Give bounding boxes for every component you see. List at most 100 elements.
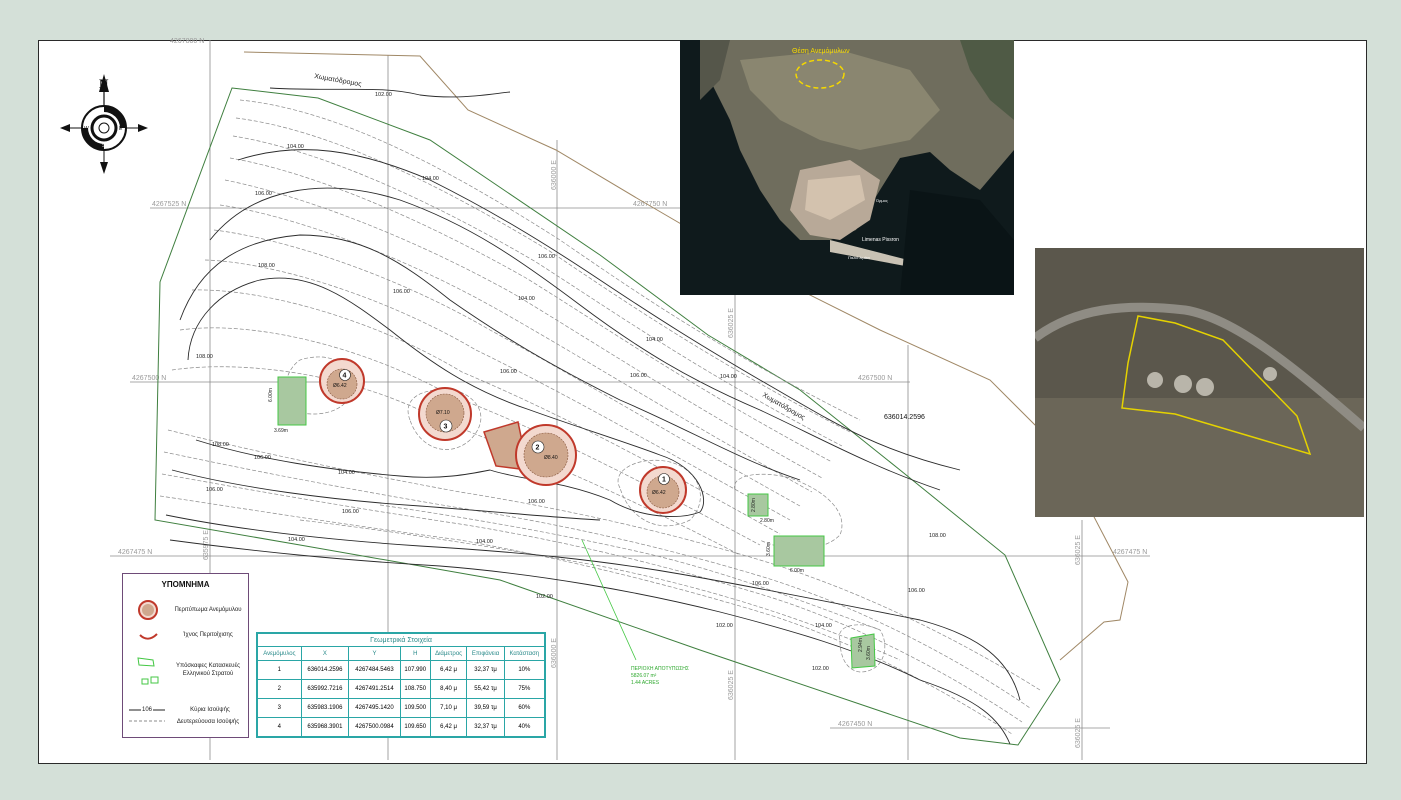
dimension-label: 3.60m xyxy=(866,646,872,660)
legend-label-military: Υπόσκαφες Κατασκευές Ελληνικού Στρατού xyxy=(175,663,241,677)
contour-label: 104.00 xyxy=(338,470,355,476)
contour-label: 106.00 xyxy=(752,581,769,587)
photo-pier-label: Παλιό λιμάνι xyxy=(848,255,870,260)
bunker-3 xyxy=(773,535,825,567)
contour-label: 104.00 xyxy=(422,176,439,182)
bunker-1 xyxy=(277,376,307,426)
svg-text:5826.07 m²: 5826.07 m² xyxy=(631,673,657,679)
contour-label: 106.00 xyxy=(255,191,272,197)
aerial-photo-detail xyxy=(1035,248,1364,517)
legend-sample-major: 106 xyxy=(142,707,153,713)
table-header: Επιφάνεια xyxy=(466,646,505,661)
coordinate-label: 636014.2596 xyxy=(884,414,925,421)
windmill-2: 2 Ø8.40 xyxy=(483,421,577,486)
contour-label: 104.00 xyxy=(646,337,663,343)
dimension-label: 3.60m xyxy=(766,542,772,556)
aerial-photo-overview: Θέση Ανεμόμυλων Limenas Pissron Παλιό λι… xyxy=(680,40,1014,295)
contour-label: 108.00 xyxy=(258,263,275,269)
grid-label: 4267525 N xyxy=(152,201,186,208)
contour-label: 104.00 xyxy=(815,623,832,629)
dimension-label: 2.94m xyxy=(858,638,864,652)
grid-label: 636025 E xyxy=(1075,718,1082,748)
compass-north: N xyxy=(99,76,109,91)
contour-label: 104.00 xyxy=(518,296,535,302)
dimension-label: 6.00m xyxy=(790,568,804,574)
windmill-1: 1 Ø6.42 xyxy=(639,466,687,514)
dimension-label: 6.00m xyxy=(268,388,274,402)
contour-label: 102.00 xyxy=(812,666,829,672)
grid-label: 4267800 N xyxy=(170,38,204,45)
table-row: 2 635992.7216 4267491.2514 108.750 8,40 μ 55,… xyxy=(257,679,546,699)
table-header: X xyxy=(300,646,350,661)
table-row: 3 635983.1906 4267495.1420 109.500 7,10 μ 39,… xyxy=(257,698,546,718)
contour-label: 104.00 xyxy=(476,539,493,545)
grid-label: 636000 E xyxy=(551,638,558,668)
dimension-label: 3.69m xyxy=(274,428,288,434)
contour-label: 104.00 xyxy=(288,537,305,543)
contour-label: 106.00 xyxy=(538,254,555,260)
compass-letter: W xyxy=(84,126,89,132)
contour-label: 106.00 xyxy=(254,455,271,461)
grid-label: 4267475 N xyxy=(118,549,152,556)
compass-rose: N W E S xyxy=(60,74,148,174)
grid-label: 4267750 N xyxy=(633,201,667,208)
svg-text:3: 3 xyxy=(444,424,448,431)
dimension-label: 2.80m xyxy=(751,498,757,512)
legend-label-windmill: Περιτύπωμα Ανεμόμυλου xyxy=(174,607,242,613)
grid-label: 4267450 N xyxy=(838,721,872,728)
legend-label-minor-contour: Δευτερεύουσα Ισοϋψής xyxy=(176,719,240,725)
area-note: ΠΕΡΙΟΧΗ ΑΠΟΤΥΠΩΣΗΣ 5826.07 m² 1.44 ACRES xyxy=(631,666,689,686)
windmill-3: 3 Ø7.10 xyxy=(418,387,472,441)
photo-harbor-label: Limenas Pissron xyxy=(862,237,899,243)
table-header: H xyxy=(399,646,431,661)
svg-text:ΠΕΡΙΟΧΗ ΑΠΟΤΥΠΩΣΗΣ: ΠΕΡΙΟΧΗ ΑΠΟΤΥΠΩΣΗΣ xyxy=(631,666,689,672)
geometry-table: Γεωμετρικά Στοιχεία Ανεμόμυλος X Y H Διά… xyxy=(256,632,546,738)
road-label-top: Χωματόδρομος xyxy=(314,72,363,88)
grid-label: 4267475 N xyxy=(1113,549,1147,556)
contour-label: 108.00 xyxy=(929,533,946,539)
area-leader xyxy=(581,539,637,661)
table-title: Γεωμετρικά Στοιχεία xyxy=(257,633,545,647)
contour-label: 106.00 xyxy=(206,487,223,493)
contour-label: 106.00 xyxy=(500,369,517,375)
legend-label-enclosure: Ίχνος Περιτοίχισης xyxy=(183,632,233,638)
contour-label: 104.00 xyxy=(720,374,737,380)
dimension-labels: 3.69m 6.00m 2.80m 2.80m 3.60m 6.00m 2.94… xyxy=(268,388,872,660)
grid-label: 636025 E xyxy=(1075,535,1082,565)
military-structures xyxy=(277,376,876,669)
grid-label: 4267500 N xyxy=(858,375,892,382)
photo-cove-label: Όρμος xyxy=(875,198,888,203)
contour-label: 108.00 xyxy=(212,442,229,448)
contour-label: 106.00 xyxy=(342,509,359,515)
svg-text:1: 1 xyxy=(662,477,666,484)
legend-label-major-contour: Κύρια Ισοϋψής xyxy=(190,707,230,713)
svg-text:1.44 ACRES: 1.44 ACRES xyxy=(631,680,660,686)
table-header: Διάμετρος xyxy=(429,646,468,661)
contour-label: 102.00 xyxy=(375,92,392,98)
legend: ΥΠΟΜΝΗΜΑ Περιτύπωμα Ανεμόμυλου Ίχνος Περ… xyxy=(122,573,249,738)
grid-label: 4267500 N xyxy=(132,375,166,382)
svg-text:Ø8.40: Ø8.40 xyxy=(544,455,558,461)
road-label-right: Χωματόδρομος xyxy=(761,391,807,422)
grid-label: 636025 E xyxy=(728,670,735,700)
contour-label: 104.00 xyxy=(287,144,304,150)
svg-text:Ø6.42: Ø6.42 xyxy=(333,383,347,389)
svg-text:2: 2 xyxy=(536,445,540,452)
contour-label: 108.00 xyxy=(196,354,213,360)
table-header: Ανεμόμυλος xyxy=(257,646,302,661)
windmill-4: 4 Ø6.42 xyxy=(319,358,365,404)
table-header: Κατάσταση xyxy=(503,646,546,661)
contour-label: 106.00 xyxy=(528,499,545,505)
contour-label: 106.00 xyxy=(630,373,647,379)
svg-text:Ø7.10: Ø7.10 xyxy=(436,410,450,416)
svg-text:Ø6.42: Ø6.42 xyxy=(652,490,666,496)
table-row: 1 636014.2596 4267484.5463 107.990 6,42 μ 32,… xyxy=(257,660,546,680)
contour-label: 102.00 xyxy=(536,594,553,600)
grid-label: 636000 E xyxy=(551,160,558,190)
table-header: Y xyxy=(348,646,401,661)
contour-label: 106.00 xyxy=(908,588,925,594)
svg-text:4: 4 xyxy=(343,373,347,380)
dimension-label: 2.80m xyxy=(760,518,774,524)
contour-label: 102.00 xyxy=(716,623,733,629)
grid-label: 636025 E xyxy=(728,308,735,338)
